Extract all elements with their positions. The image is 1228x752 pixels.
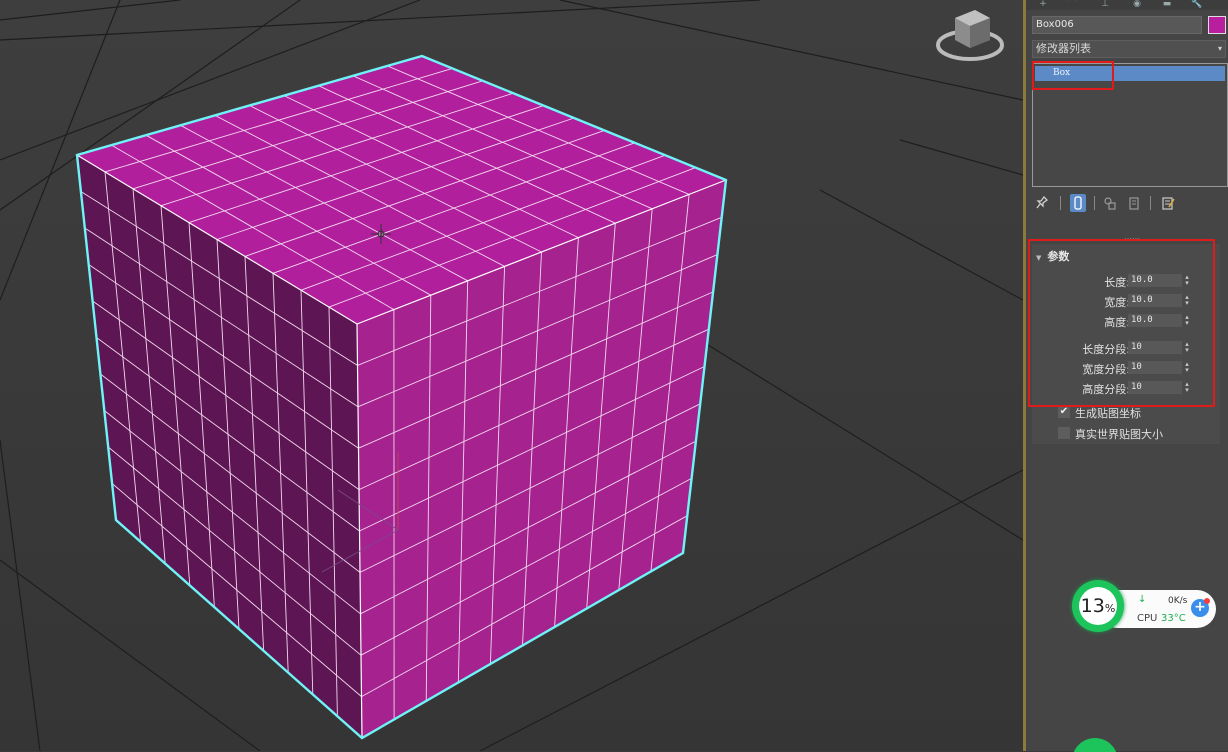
real-world-map-size-label: 真实世界贴图大小 xyxy=(1075,426,1163,442)
length-segs-input[interactable]: 10 xyxy=(1128,341,1182,354)
object-color-swatch[interactable] xyxy=(1208,16,1226,34)
command-panel: + ⌒ ⊥ ◉ ▬ 🔧 Box006 修改器列表 ▾ Box xyxy=(1026,0,1228,751)
param-row-length: 长度: 10.0 ▴▾ xyxy=(1032,273,1220,289)
length-spinner-icon[interactable]: ▴▾ xyxy=(1183,274,1191,287)
command-panel-tabs: + ⌒ ⊥ ◉ ▬ 🔧 xyxy=(1026,0,1228,10)
width-segs-spinner-icon[interactable]: ▴▾ xyxy=(1183,361,1191,374)
height-segs-spinner-icon[interactable]: ▴▾ xyxy=(1183,381,1191,394)
create-tab-icon[interactable]: + xyxy=(1032,0,1054,8)
cpu-temp: 33°C xyxy=(1161,613,1186,624)
param-row-height: 高度: 10.0 ▴▾ xyxy=(1032,313,1220,329)
modifier-list-dropdown[interactable]: 修改器列表 ▾ xyxy=(1032,40,1226,58)
width-spinner-icon[interactable]: ▴▾ xyxy=(1183,294,1191,307)
pin-stack-icon[interactable] xyxy=(1034,194,1050,212)
configure-modifier-sets-icon[interactable] xyxy=(1160,194,1176,212)
param-row-height-segs: 高度分段: 10 ▴▾ xyxy=(1032,380,1220,396)
length-label: 长度: xyxy=(1104,274,1130,290)
height-segs-label: 高度分段: xyxy=(1082,381,1130,397)
parameters-rollout-title[interactable]: ▼ 参数 xyxy=(1036,248,1069,264)
parameters-title-label: 参数 xyxy=(1047,250,1069,263)
download-arrow-icon: ↓ xyxy=(1138,594,1146,605)
gen-mapping-coords-label: 生成贴图坐标 xyxy=(1075,405,1141,421)
collapse-triangle-icon: ▼ xyxy=(1036,254,1041,262)
param-row-width-segs: 宽度分段: 10 ▴▾ xyxy=(1032,360,1220,376)
notification-dot xyxy=(1204,598,1210,604)
display-tab-icon[interactable]: ▬ xyxy=(1156,0,1178,8)
length-segs-label: 长度分段: xyxy=(1082,341,1130,357)
utilities-tab-icon[interactable]: 🔧 xyxy=(1186,0,1208,8)
height-label: 高度: xyxy=(1104,314,1130,330)
net-rate: 0K/s xyxy=(1168,596,1187,606)
height-input[interactable]: 10.0 xyxy=(1128,314,1182,327)
modifier-stack-item-box[interactable]: Box xyxy=(1035,66,1225,81)
length-input[interactable]: 10.0 xyxy=(1128,274,1182,287)
modifier-list-label: 修改器列表 xyxy=(1036,42,1091,55)
box-scene[interactable] xyxy=(0,0,1023,751)
gen-mapping-coords-checkbox[interactable]: ✔ xyxy=(1058,406,1070,418)
cpu-label: CPU xyxy=(1137,613,1157,624)
panel-separator-dots: ⋯⋯ xyxy=(1124,234,1140,243)
height-segs-input[interactable]: 10 xyxy=(1128,381,1182,394)
cpu-monitor-widget[interactable]: 13% ↓ 0K/s CPU 33°C + xyxy=(1070,578,1218,636)
parameters-rollout: ▼参数 长度: 10.0 ▴▾ 宽度: 10.0 ▴▾ 高度: 10.0 ▴▾ … xyxy=(1032,244,1220,444)
length-segs-spinner-icon[interactable]: ▴▾ xyxy=(1183,341,1191,354)
param-row-length-segs: 长度分段: 10 ▴▾ xyxy=(1032,340,1220,356)
width-label: 宽度: xyxy=(1104,294,1130,310)
hierarchy-tab-icon[interactable]: ⊥ xyxy=(1094,0,1116,8)
cpu-usage-ring: 13% xyxy=(1072,580,1124,632)
width-segs-label: 宽度分段: xyxy=(1082,361,1130,377)
real-world-map-size-checkbox[interactable] xyxy=(1058,427,1070,439)
chevron-down-icon: ▾ xyxy=(1218,41,1222,57)
show-end-result-icon[interactable] xyxy=(1070,194,1086,212)
width-segs-input[interactable]: 10 xyxy=(1128,361,1182,374)
motion-tab-icon[interactable]: ◉ xyxy=(1126,0,1148,8)
modifier-stack[interactable]: Box xyxy=(1032,63,1228,187)
modify-tab-icon[interactable]: ⌒ xyxy=(1062,0,1084,8)
width-input[interactable]: 10.0 xyxy=(1128,294,1182,307)
viewport-3d[interactable] xyxy=(0,0,1023,751)
object-name-field[interactable]: Box006 xyxy=(1032,16,1202,34)
cpu-widget-partial xyxy=(1072,738,1118,752)
param-row-width: 宽度: 10.0 ▴▾ xyxy=(1032,293,1220,309)
height-spinner-icon[interactable]: ▴▾ xyxy=(1183,314,1191,327)
cpu-usage-value: 13% xyxy=(1079,587,1117,625)
remove-modifier-icon[interactable] xyxy=(1126,194,1142,212)
make-unique-icon[interactable] xyxy=(1102,194,1118,212)
stack-toolbar xyxy=(1026,192,1228,214)
